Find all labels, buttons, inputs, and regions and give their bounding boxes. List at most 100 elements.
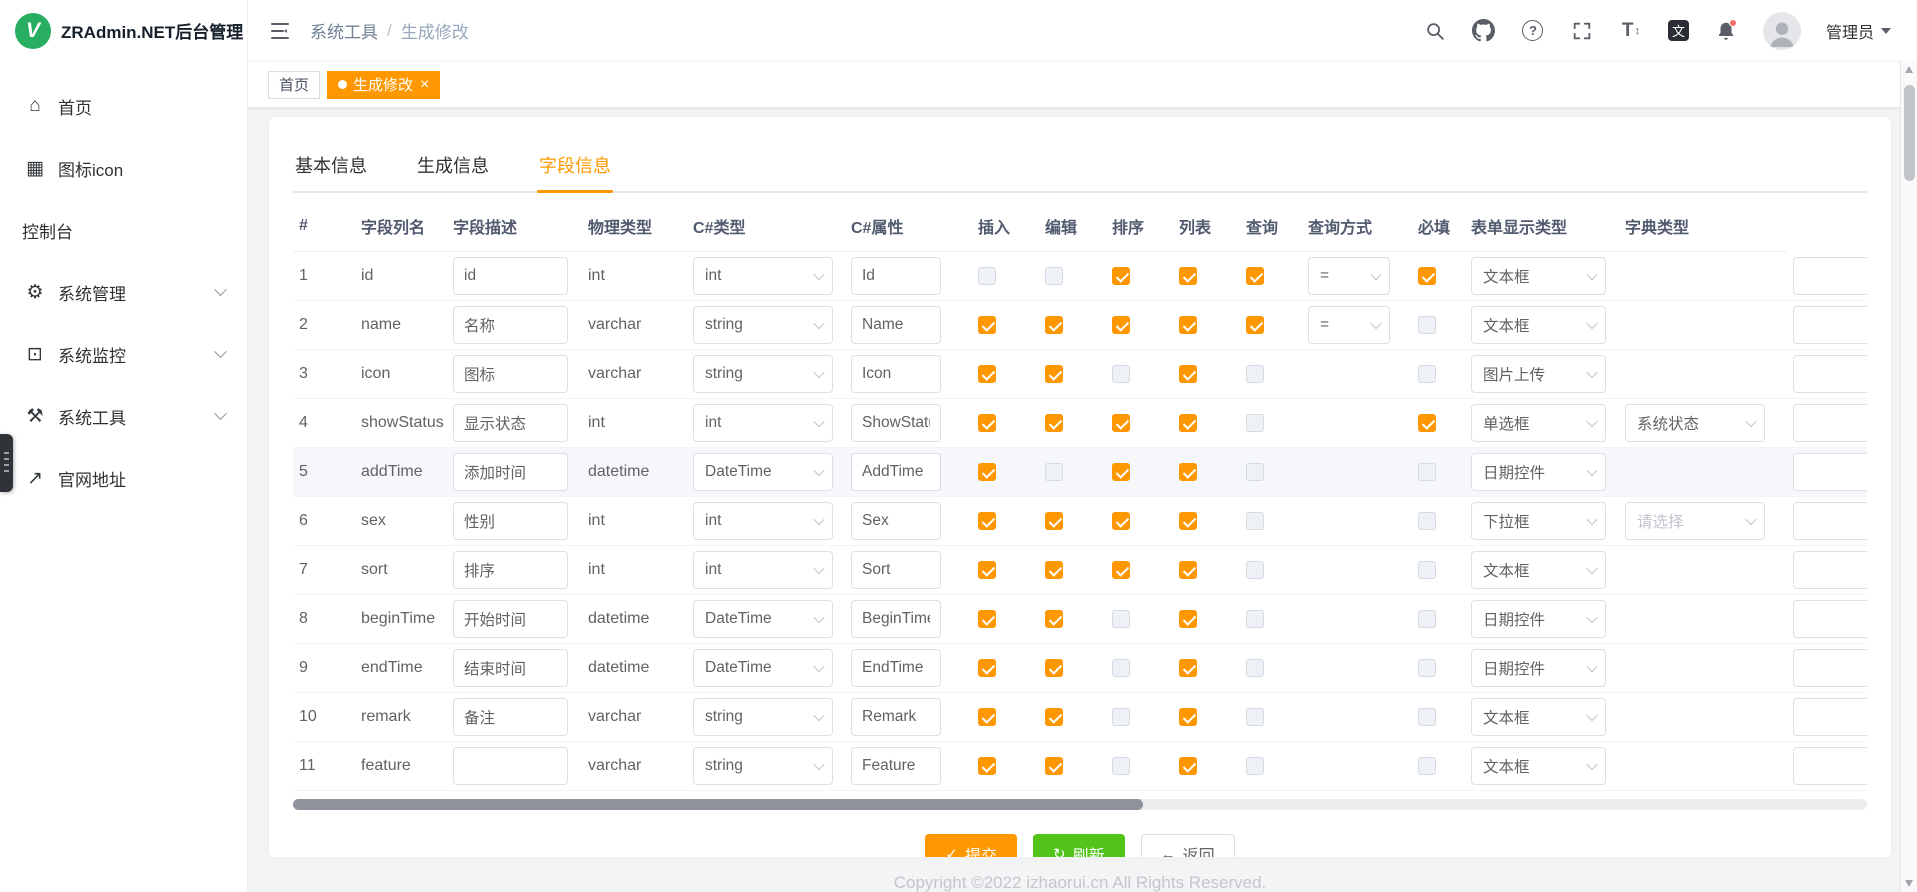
query-checkbox[interactable] — [1246, 463, 1264, 481]
back-button[interactable]: ← 返回 — [1141, 834, 1235, 857]
display-type-select[interactable]: 日期控件 — [1471, 453, 1606, 491]
insert-checkbox[interactable] — [978, 561, 996, 579]
display-type-select[interactable]: 文本框 — [1471, 551, 1606, 589]
edit-checkbox[interactable] — [1045, 463, 1063, 481]
display-type-select[interactable]: 文本框 — [1471, 306, 1606, 344]
query-mode-select[interactable]: = — [1308, 257, 1390, 295]
list-checkbox[interactable] — [1179, 267, 1197, 285]
sort-checkbox[interactable] — [1112, 365, 1130, 383]
sort-checkbox[interactable] — [1112, 414, 1130, 432]
field-description-input[interactable] — [453, 649, 568, 687]
csharp-type-select[interactable]: int — [693, 502, 833, 540]
csharp-property-input[interactable] — [851, 355, 941, 393]
query-checkbox[interactable] — [1246, 659, 1264, 677]
list-checkbox[interactable] — [1179, 414, 1197, 432]
sort-checkbox[interactable] — [1112, 659, 1130, 677]
query-checkbox[interactable] — [1246, 512, 1264, 530]
edit-checkbox[interactable] — [1045, 512, 1063, 530]
required-checkbox[interactable] — [1418, 659, 1436, 677]
overflow-column-input[interactable] — [1793, 698, 1867, 736]
csharp-type-select[interactable]: int — [693, 551, 833, 589]
overflow-column-input[interactable] — [1793, 747, 1867, 785]
tab[interactable]: 生成信息 — [415, 139, 491, 191]
sort-checkbox[interactable] — [1112, 512, 1130, 530]
sidebar-item[interactable]: 首页 — [0, 75, 247, 137]
list-checkbox[interactable] — [1179, 659, 1197, 677]
query-checkbox[interactable] — [1246, 708, 1264, 726]
query-checkbox[interactable] — [1246, 757, 1264, 775]
overflow-column-input[interactable] — [1793, 649, 1867, 687]
csharp-type-select[interactable]: int — [693, 257, 833, 295]
sort-checkbox[interactable] — [1112, 267, 1130, 285]
overflow-column-input[interactable] — [1793, 404, 1867, 442]
insert-checkbox[interactable] — [978, 463, 996, 481]
insert-checkbox[interactable] — [978, 708, 996, 726]
sidebar-item[interactable]: 控制台 — [0, 199, 247, 261]
overflow-column-input[interactable] — [1793, 306, 1867, 344]
display-type-select[interactable]: 日期控件 — [1471, 649, 1606, 687]
field-description-input[interactable] — [453, 747, 568, 785]
tab[interactable]: 字段信息 — [537, 139, 613, 191]
list-checkbox[interactable] — [1179, 463, 1197, 481]
sort-checkbox[interactable] — [1112, 561, 1130, 579]
query-checkbox[interactable] — [1246, 365, 1264, 383]
close-icon[interactable]: × — [420, 77, 429, 93]
dict-type-select[interactable]: 系统状态 — [1625, 404, 1765, 442]
insert-checkbox[interactable] — [978, 316, 996, 334]
overflow-column-input[interactable] — [1793, 502, 1867, 540]
csharp-type-select[interactable]: int — [693, 404, 833, 442]
insert-checkbox[interactable] — [978, 757, 996, 775]
overflow-column-input[interactable] — [1793, 355, 1867, 393]
required-checkbox[interactable] — [1418, 414, 1436, 432]
display-type-select[interactable]: 单选框 — [1471, 404, 1606, 442]
list-checkbox[interactable] — [1179, 365, 1197, 383]
fullscreen-icon[interactable] — [1570, 19, 1594, 43]
notification-bell-icon[interactable] — [1714, 19, 1738, 43]
scroll-down-icon[interactable] — [1905, 880, 1913, 887]
sort-checkbox[interactable] — [1112, 708, 1130, 726]
overflow-column-input[interactable] — [1793, 600, 1867, 638]
refresh-button[interactable]: ↻ 刷新 — [1033, 834, 1125, 857]
list-checkbox[interactable] — [1179, 512, 1197, 530]
edit-checkbox[interactable] — [1045, 267, 1063, 285]
overflow-column-input[interactable] — [1793, 453, 1867, 491]
insert-checkbox[interactable] — [978, 267, 996, 285]
csharp-property-input[interactable] — [851, 600, 941, 638]
csharp-property-input[interactable] — [851, 404, 941, 442]
display-type-select[interactable]: 日期控件 — [1471, 600, 1606, 638]
submit-button[interactable]: ✓ 提交 — [925, 834, 1017, 857]
theme-drawer-handle[interactable] — [0, 434, 13, 492]
required-checkbox[interactable] — [1418, 463, 1436, 481]
display-type-select[interactable]: 下拉框 — [1471, 502, 1606, 540]
tab[interactable]: 基本信息 — [293, 139, 369, 191]
required-checkbox[interactable] — [1418, 757, 1436, 775]
display-type-select[interactable]: 文本框 — [1471, 698, 1606, 736]
sidebar-item[interactable]: 官网地址 — [0, 447, 247, 509]
list-checkbox[interactable] — [1179, 316, 1197, 334]
edit-checkbox[interactable] — [1045, 561, 1063, 579]
avatar[interactable] — [1763, 12, 1801, 50]
tag[interactable]: 生成修改 × — [327, 71, 440, 99]
required-checkbox[interactable] — [1418, 267, 1436, 285]
required-checkbox[interactable] — [1418, 708, 1436, 726]
app-logo[interactable]: V ZRAdmin.NET后台管理 — [0, 0, 247, 61]
edit-checkbox[interactable] — [1045, 414, 1063, 432]
query-checkbox[interactable] — [1246, 610, 1264, 628]
edit-checkbox[interactable] — [1045, 316, 1063, 334]
csharp-type-select[interactable]: string — [693, 355, 833, 393]
list-checkbox[interactable] — [1179, 561, 1197, 579]
list-checkbox[interactable] — [1179, 610, 1197, 628]
csharp-property-input[interactable] — [851, 306, 941, 344]
display-type-select[interactable]: 文本框 — [1471, 747, 1606, 785]
horizontal-scrollbar-thumb[interactable] — [293, 799, 1143, 810]
display-type-select[interactable]: 图片上传 — [1471, 355, 1606, 393]
query-checkbox[interactable] — [1246, 561, 1264, 579]
sort-checkbox[interactable] — [1112, 463, 1130, 481]
required-checkbox[interactable] — [1418, 365, 1436, 383]
help-icon[interactable] — [1521, 19, 1545, 43]
insert-checkbox[interactable] — [978, 365, 996, 383]
insert-checkbox[interactable] — [978, 610, 996, 628]
field-description-input[interactable] — [453, 306, 568, 344]
scroll-up-icon[interactable] — [1905, 66, 1913, 73]
field-description-input[interactable] — [453, 600, 568, 638]
